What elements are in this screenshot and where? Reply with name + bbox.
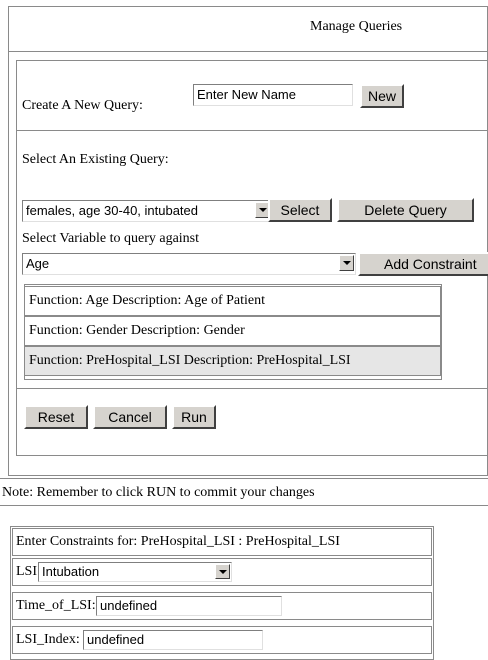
constraint-editor-heading-row: Enter Constraints for: PreHospital_LSI :…	[12, 528, 432, 556]
time-of-lsi-input[interactable]: undefined	[96, 596, 282, 616]
lsi-value: Intubation	[42, 564, 100, 579]
add-constraint-button[interactable]: Add Constraint	[358, 252, 488, 276]
select-query-button[interactable]: Select	[268, 198, 332, 222]
chevron-down-icon[interactable]	[215, 564, 230, 579]
reset-button[interactable]: Reset	[24, 405, 88, 429]
list-item-text: Function: PreHospital_LSI Description: P…	[29, 353, 351, 368]
existing-query-select[interactable]: females, age 30-40, intubated	[22, 200, 272, 222]
new-query-name-input[interactable]: Enter New Name	[193, 84, 353, 106]
variable-select[interactable]: Age	[22, 253, 356, 275]
list-item[interactable]: Function: Gender Description: Gender	[24, 316, 441, 346]
delete-query-button[interactable]: Delete Query	[337, 198, 474, 222]
lsi-index-input[interactable]: undefined	[83, 630, 263, 650]
variable-value: Age	[26, 256, 50, 271]
note-text: Note: Remember to click RUN to commit yo…	[2, 485, 315, 500]
list-item-text: Function: Age Description: Age of Patien…	[29, 293, 266, 308]
run-button[interactable]: Run	[172, 405, 216, 429]
page-title: Manage Queries	[310, 19, 403, 34]
variable-label: Select Variable to query against	[22, 231, 200, 246]
create-query-label: Create A New Query:	[22, 98, 143, 113]
existing-query-label: Select An Existing Query:	[22, 152, 169, 167]
note-row: Note: Remember to click RUN to commit yo…	[0, 478, 488, 506]
divider	[16, 388, 488, 389]
lsi-select[interactable]: Intubation	[38, 562, 232, 582]
lsi-index-label: LSI_Index:	[16, 632, 80, 647]
list-item[interactable]: Function: PreHospital_LSI Description: P…	[24, 346, 441, 376]
existing-query-value: females, age 30-40, intubated	[26, 203, 199, 218]
list-item-text: Function: Gender Description: Gender	[29, 323, 245, 338]
list-item[interactable]: Function: Age Description: Age of Patien…	[24, 286, 441, 316]
time-of-lsi-label: Time_of_LSI:	[16, 598, 96, 613]
chevron-down-icon[interactable]	[339, 255, 354, 271]
title-bar: Manage Queries	[8, 6, 488, 52]
new-query-button[interactable]: New	[360, 84, 404, 108]
divider	[16, 130, 488, 131]
cancel-button[interactable]: Cancel	[93, 405, 167, 429]
constraint-editor-heading: Enter Constraints for: PreHospital_LSI :…	[16, 534, 340, 549]
